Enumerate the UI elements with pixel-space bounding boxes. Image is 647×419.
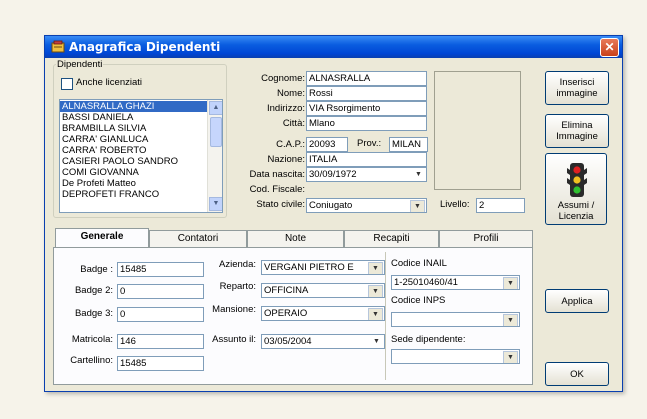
inserisci-immagine-button[interactable]: Inserisci immagine [545,71,609,105]
stato-civile-label: Stato civile: [256,199,305,210]
employee-list-item[interactable]: DEPROFETI FRANCO [60,189,208,200]
reparto-label: Reparto: [219,281,256,292]
badge3-label: Badge 3: [74,308,113,319]
employee-registry-window: Anagrafica Dipendenti ✕ Dipendenti Anche… [44,35,623,392]
close-button[interactable]: ✕ [600,38,619,57]
reparto-select[interactable]: OFFICINA ▼ [261,283,385,298]
codice-inps-select[interactable]: ▼ [391,312,520,327]
livello-field[interactable]: 2 [476,198,525,213]
employee-list[interactable]: ALNASRALLA GHAZI BASSI DANIELA BRAMBILLA S… [59,99,223,213]
badge3-field[interactable]: 0 [117,307,204,322]
applica-button[interactable]: Applica [545,289,609,313]
citta-field[interactable]: Mlano [306,116,427,131]
cognome-field[interactable]: ALNASRALLA [306,71,427,86]
ok-button[interactable]: OK [545,362,609,386]
assumi-licenzia-label: Assumi / Licenzia [557,200,595,222]
nazione-field[interactable]: ITALIA [306,152,427,167]
codice-inail-select[interactable]: 1-25010460/41 ▼ [391,275,520,290]
azienda-select[interactable]: VERGANI PIETRO E ▼ [261,260,385,275]
azienda-label: Azienda: [219,259,256,270]
chevron-down-icon[interactable]: ▼ [368,308,383,320]
employee-list-item[interactable]: COMI GIOVANNA [60,167,208,178]
azienda-value: VERGANI PIETRO E [264,262,354,273]
cartellino-label: Cartellino: [70,355,113,366]
tab-recapiti[interactable]: Recapiti [344,230,439,247]
nazione-label: Nazione: [267,154,306,165]
codice-inail-label: Codice INAIL [391,258,447,269]
badge-label: Badge : [80,264,113,275]
employee-list-item[interactable]: BASSI DANIELA [60,112,208,123]
chevron-down-icon[interactable]: ▼ [368,285,383,297]
prov-field[interactable]: MILAN [389,137,428,152]
citta-label: Città: [282,118,305,129]
codice-inps-label: Codice INPS [391,295,446,306]
cap-field[interactable]: 20093 [306,137,348,152]
employee-list-item[interactable]: ALNASRALLA GHAZI [60,101,208,112]
employee-list-scrollbar[interactable]: ▲ ▼ [207,100,222,212]
elimina-immagine-button[interactable]: Elimina Immagine [545,114,609,148]
cod-fiscale-label: Cod. Fiscale: [249,184,305,195]
anche-licenziati-checkbox[interactable] [61,78,73,90]
stato-civile-select[interactable]: Coniugato ▼ [306,198,427,213]
assunto-picker[interactable]: 03/05/2004 ▼ [261,334,385,349]
tab-contatori[interactable]: Contatori [149,230,247,247]
scroll-thumb[interactable] [210,117,222,147]
nome-field[interactable]: Rossi [306,86,427,101]
cognome-label: Cognome: [261,73,305,84]
badge2-field[interactable]: 0 [117,284,204,299]
employee-list-item[interactable]: De Profeti Matteo [60,178,208,189]
anche-licenziati-label: Anche licenziati [76,77,143,88]
cap-label: C.A.P.: [276,139,305,150]
data-nascita-value: 30/09/1972 [309,169,357,180]
codice-inail-value: 1-25010460/41 [394,277,458,288]
mansione-label: Mansione: [212,304,256,315]
mansione-select[interactable]: OPERAIO ▼ [261,306,385,321]
employee-list-item[interactable]: CARRA' ROBERTO [60,145,208,156]
traffic-light-icon [567,163,587,197]
data-nascita-label: Data nascita: [249,169,305,180]
tab-profili[interactable]: Profili [439,230,533,247]
sede-dipendente-select[interactable]: ▼ [391,349,520,364]
chevron-down-icon[interactable]: ▼ [503,351,518,363]
cartellino-field[interactable]: 15485 [117,356,204,371]
tab-generale[interactable]: Generale [55,228,149,247]
employee-list-item[interactable]: BRAMBILLA SILVIA [60,123,208,134]
assunto-label: Assunto il: [212,334,256,345]
chevron-down-icon[interactable]: ▼ [370,336,383,347]
window-title: Anagrafica Dipendenti [69,40,221,54]
photo-frame [434,71,521,190]
livello-label: Livello: [440,199,470,210]
indirizzo-label: Indirizzo: [266,103,305,114]
title-bar[interactable]: Anagrafica Dipendenti ✕ [45,36,622,58]
scroll-down-icon[interactable]: ▼ [209,197,222,211]
badge2-label: Badge 2: [74,285,113,296]
panel-divider [385,252,386,380]
chevron-down-icon[interactable]: ▼ [410,200,425,212]
dipendenti-group-label: Dipendenti [56,59,104,70]
chevron-down-icon[interactable]: ▼ [503,277,518,289]
employee-list-item[interactable]: CASIERI PAOLO SANDRO [60,156,208,167]
assumi-licenzia-button[interactable]: Assumi / Licenzia [545,153,607,225]
assunto-value: 03/05/2004 [264,336,312,347]
chevron-down-icon[interactable]: ▼ [368,262,383,274]
mansione-value: OPERAIO [264,308,308,319]
reparto-value: OFFICINA [264,285,309,296]
employee-list-item[interactable]: CARRA' GIANLUCA [60,134,208,145]
scroll-up-icon[interactable]: ▲ [209,101,222,115]
indirizzo-field[interactable]: VIA Rsorgimento [306,101,427,116]
chevron-down-icon[interactable]: ▼ [503,314,518,326]
sede-dipendente-label: Sede dipendente: [391,334,466,345]
tab-note[interactable]: Note [247,230,344,247]
stato-civile-value: Coniugato [309,200,353,211]
nome-label: Nome: [277,88,305,99]
app-icon [51,40,65,53]
matricola-field[interactable]: 146 [117,334,204,349]
badge-field[interactable]: 15485 [117,262,204,277]
matricola-label: Matricola: [71,334,113,345]
prov-label: Prov.: [357,138,382,149]
chevron-down-icon[interactable]: ▼ [412,169,425,180]
data-nascita-picker[interactable]: 30/09/1972 ▼ [306,167,427,182]
